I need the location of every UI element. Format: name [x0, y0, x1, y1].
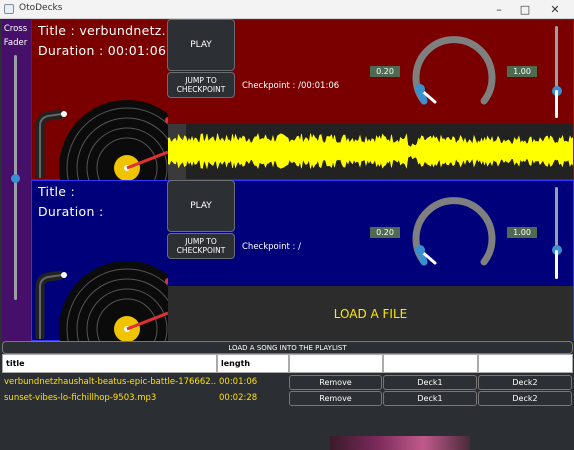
deck1-speed-value: 0.20 [370, 66, 400, 77]
deck2-volume-slider-fill [555, 250, 558, 279]
playlist-row-1-deck1-button[interactable]: Deck1 [383, 375, 477, 390]
crossfader-label-line1: Cross [3, 24, 28, 34]
crossfader-label-line2: Fader [3, 38, 28, 48]
deck2-play-button[interactable]: PLAY [167, 180, 235, 232]
deck1-speed-knob[interactable] [408, 25, 498, 115]
deck2-load-file-area[interactable]: LOAD A FILE [168, 286, 573, 341]
playlist-col-blank-1 [289, 354, 383, 373]
deck1-turntable-icon [35, 100, 168, 180]
playlist-row-2-deck1-button[interactable]: Deck1 [383, 391, 477, 406]
deck1-waveform[interactable] [168, 124, 573, 179]
deck2-volume-value: 1.00 [507, 227, 537, 238]
deck2-jump-to-checkpoint-button[interactable]: JUMP TO CHECKPOINT [167, 233, 235, 259]
playlist-row-1-remove-button[interactable]: Remove [289, 375, 382, 390]
deck2-checkpoint-label: Checkpoint : / [242, 242, 301, 252]
playlist-col-title: title [2, 354, 217, 373]
playlist-col-length: length [217, 354, 289, 373]
playlist-row-2-remove-button[interactable]: Remove [289, 391, 382, 406]
playlist-load-label: LOAD A SONG INTO THE PLAYLIST [228, 343, 347, 352]
deck2-speed-knob[interactable] [408, 186, 498, 276]
deck2-duration: Duration : [38, 204, 104, 219]
deck1-volume-slider-fill [555, 90, 558, 118]
playlist-row-2-length: 00:02:28 [219, 393, 258, 403]
playlist-row-2-title: sunset-vibes-lo-fichillhop-9503.mp3 [4, 393, 157, 403]
deck1-duration: Duration : 00:01:06 [38, 43, 167, 58]
playlist-row-1-deck2-button[interactable]: Deck2 [478, 375, 572, 390]
window-title: OtoDecks [19, 3, 63, 13]
playlist-row-2-deck2-button[interactable]: Deck2 [478, 391, 572, 406]
deck2-speed-value: 0.20 [370, 227, 400, 238]
crossfader-slider-thumb[interactable] [11, 174, 20, 183]
playlist-load-button[interactable]: LOAD A SONG INTO THE PLAYLIST [2, 341, 573, 354]
playlist-row-1-title: verbundnetzhaushalt-beatus-epic-battle-1… [4, 377, 216, 387]
deck1-title: Title : verbundnetz... [38, 23, 175, 38]
close-icon[interactable]: ✕ [540, 0, 570, 19]
deck1-play-button[interactable]: PLAY [167, 19, 235, 71]
playlist-row-1-length: 00:01:06 [219, 377, 258, 387]
deck2-title: Title : [38, 184, 76, 199]
deck2-turntable-icon [35, 261, 168, 341]
deck2-load-file-label: LOAD A FILE [333, 306, 408, 321]
deck1-checkpoint-label: Checkpoint : /00:01:06 [242, 81, 340, 91]
deck1-volume-value: 1.00 [507, 66, 537, 77]
background-wallpaper-strip [330, 436, 470, 450]
app-icon [4, 4, 14, 14]
deck1-jump-to-checkpoint-button[interactable]: JUMP TO CHECKPOINT [167, 72, 235, 98]
playlist-col-blank-3 [478, 354, 573, 373]
maximize-icon[interactable]: □ [510, 0, 540, 19]
playlist-col-blank-2 [383, 354, 478, 373]
deck1-waveform-graphic [168, 124, 573, 179]
